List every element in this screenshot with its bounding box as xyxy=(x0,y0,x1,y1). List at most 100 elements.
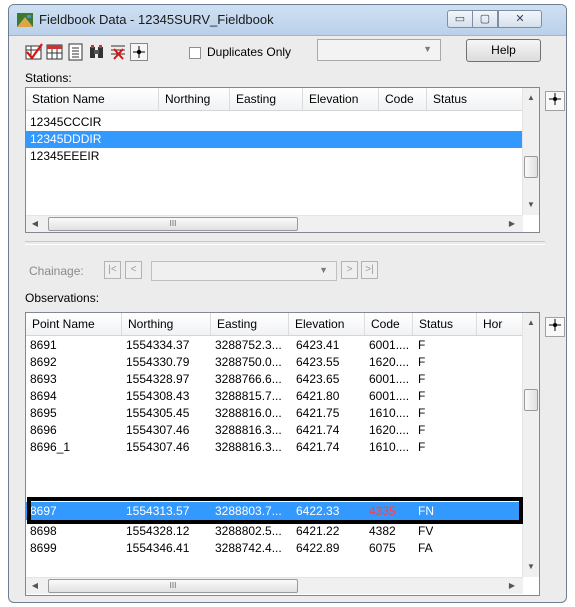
observation-row[interactable]: 8696 1554307.46 3288816.3... 6421.74 162… xyxy=(26,422,523,439)
col-code[interactable]: Code xyxy=(365,313,413,335)
scroll-thumb[interactable]: III xyxy=(48,579,298,593)
scroll-left-icon[interactable]: ◀ xyxy=(27,578,43,594)
observations-list[interactable]: Point Name Northing Easting Elevation Co… xyxy=(25,312,540,596)
code: 1610.... xyxy=(369,406,410,420)
chainage-dropdown[interactable]: ▼ xyxy=(151,261,337,281)
close-button[interactable]: ✕ xyxy=(498,10,542,28)
elevation: 6421.80 xyxy=(296,389,340,403)
easting: 3288766.6... xyxy=(215,372,282,386)
stations-locate-button[interactable] xyxy=(545,91,565,111)
col-northing[interactable]: Northing xyxy=(159,88,230,110)
list-icon[interactable] xyxy=(67,43,85,61)
observation-row[interactable]: 8691 1554334.37 3288752.3... 6423.41 600… xyxy=(26,337,523,354)
observations-horizontal-scrollbar[interactable]: ◀ III ▶ xyxy=(26,577,523,594)
scroll-right-icon[interactable]: ▶ xyxy=(504,216,520,232)
duplicates-only-checkbox[interactable] xyxy=(189,47,201,59)
observations-vertical-scrollbar[interactable]: ▲ ▼ xyxy=(522,313,539,577)
easting: 3288802.5... xyxy=(215,524,282,538)
col-easting[interactable]: Easting xyxy=(230,88,303,110)
col-hor[interactable]: Hor xyxy=(477,313,523,335)
code: 1620.... xyxy=(369,423,410,437)
last-button[interactable]: >| xyxy=(361,261,378,279)
col-point-name[interactable]: Point Name xyxy=(26,313,122,335)
scroll-left-icon[interactable]: ◀ xyxy=(27,216,43,232)
col-elevation[interactable]: Elevation xyxy=(303,88,379,110)
table-icon[interactable] xyxy=(46,43,64,61)
prev-button[interactable]: < xyxy=(125,261,142,279)
point-name: 8697 xyxy=(30,504,57,518)
scroll-thumb[interactable] xyxy=(524,156,538,178)
help-button[interactable]: Help xyxy=(466,39,541,62)
station-row[interactable]: 12345EEEIR xyxy=(26,148,523,165)
status: FV xyxy=(418,524,434,538)
observation-row[interactable]: 8692 1554330.79 3288750.0... 6423.55 162… xyxy=(26,354,523,371)
first-button[interactable]: |< xyxy=(104,261,121,279)
scroll-up-icon[interactable]: ▲ xyxy=(523,90,539,106)
scroll-thumb[interactable] xyxy=(524,389,538,411)
cross-edit-icon[interactable] xyxy=(109,43,127,61)
code: 1610.... xyxy=(369,440,410,454)
stations-label: Stations: xyxy=(25,71,72,85)
scroll-thumb[interactable]: III xyxy=(48,217,298,231)
next-button[interactable]: > xyxy=(341,261,358,279)
elevation: 6422.33 xyxy=(296,504,340,518)
point-name: 8694 xyxy=(30,389,57,403)
chevron-down-icon: ▼ xyxy=(319,265,328,275)
easting: 3288803.7... xyxy=(215,504,282,518)
observations-locate-button[interactable] xyxy=(545,317,565,337)
point-name: 8698 xyxy=(30,524,57,538)
status: F xyxy=(418,389,426,403)
station-name: 12345CCCIR xyxy=(30,115,102,129)
stations-header: Station Name Northing Easting Elevation … xyxy=(26,88,523,111)
locate-icon[interactable] xyxy=(130,43,148,61)
easting: 3288752.3... xyxy=(215,338,282,352)
code: 4335 xyxy=(369,504,396,518)
scroll-right-icon[interactable]: ▶ xyxy=(504,578,520,594)
northing: 1554305.45 xyxy=(126,406,190,420)
station-name: 12345EEEIR xyxy=(30,149,100,163)
elevation: 6422.89 xyxy=(296,541,340,555)
observation-row[interactable]: 8699 1554346.41 3288742.4... 6422.89 607… xyxy=(26,540,523,557)
observation-row[interactable]: 8696_1 1554307.46 3288816.3... 6421.74 1… xyxy=(26,439,523,456)
station-row-selected[interactable]: 12345DDDIR xyxy=(26,131,523,148)
section-divider xyxy=(25,241,545,245)
scroll-down-icon[interactable]: ▼ xyxy=(523,559,539,575)
col-elevation[interactable]: Elevation xyxy=(289,313,365,335)
observation-row[interactable]: 8695 1554305.45 3288816.0... 6421.75 161… xyxy=(26,405,523,422)
col-easting[interactable]: Easting xyxy=(211,313,289,335)
observation-row[interactable]: 8694 1554308.43 3288815.7... 6421.80 600… xyxy=(26,388,523,405)
title-bar[interactable]: Fieldbook Data - 12345SURV_Fieldbook ▭ ▢… xyxy=(9,5,566,36)
scroll-down-icon[interactable]: ▼ xyxy=(523,197,539,213)
binoculars-icon[interactable] xyxy=(88,43,106,61)
elevation: 6421.74 xyxy=(296,440,340,454)
status: F xyxy=(418,372,426,386)
col-status[interactable]: Status xyxy=(427,88,523,110)
status: F xyxy=(418,338,426,352)
elevation: 6421.75 xyxy=(296,406,340,420)
code: 6075 xyxy=(369,541,396,555)
maximize-button[interactable]: ▢ xyxy=(472,10,498,28)
northing: 1554346.41 xyxy=(126,541,190,555)
window-title: Fieldbook Data - 12345SURV_Fieldbook xyxy=(39,12,274,27)
code: 6001.... xyxy=(369,389,410,403)
code: 4382 xyxy=(369,524,396,538)
col-code[interactable]: Code xyxy=(379,88,427,110)
point-name: 8696_1 xyxy=(30,440,71,454)
stations-vertical-scrollbar[interactable]: ▲ ▼ xyxy=(522,88,539,215)
observation-row-selected[interactable]: 8697 1554313.57 3288803.7... 6422.33 433… xyxy=(26,502,523,520)
northing: 1554328.12 xyxy=(126,524,190,538)
stations-horizontal-scrollbar[interactable]: ◀ III ▶ xyxy=(26,215,523,232)
col-northing[interactable]: Northing xyxy=(122,313,211,335)
easting: 3288750.0... xyxy=(215,355,282,369)
observation-row[interactable]: 8693 1554328.97 3288766.6... 6423.65 600… xyxy=(26,371,523,388)
stations-list[interactable]: Station Name Northing Easting Elevation … xyxy=(25,87,540,233)
station-row[interactable]: 12345CCCIR xyxy=(26,114,523,131)
northing: 1554334.37 xyxy=(126,338,190,352)
col-station-name[interactable]: Station Name xyxy=(26,88,159,110)
check-table-icon[interactable] xyxy=(25,43,43,61)
minimize-button[interactable]: ▭ xyxy=(447,10,473,28)
observation-row[interactable]: 8698 1554328.12 3288802.5... 6421.22 438… xyxy=(26,523,523,540)
filter-dropdown[interactable]: ▼ xyxy=(317,39,441,61)
scroll-up-icon[interactable]: ▲ xyxy=(523,315,539,331)
col-status[interactable]: Status xyxy=(413,313,477,335)
